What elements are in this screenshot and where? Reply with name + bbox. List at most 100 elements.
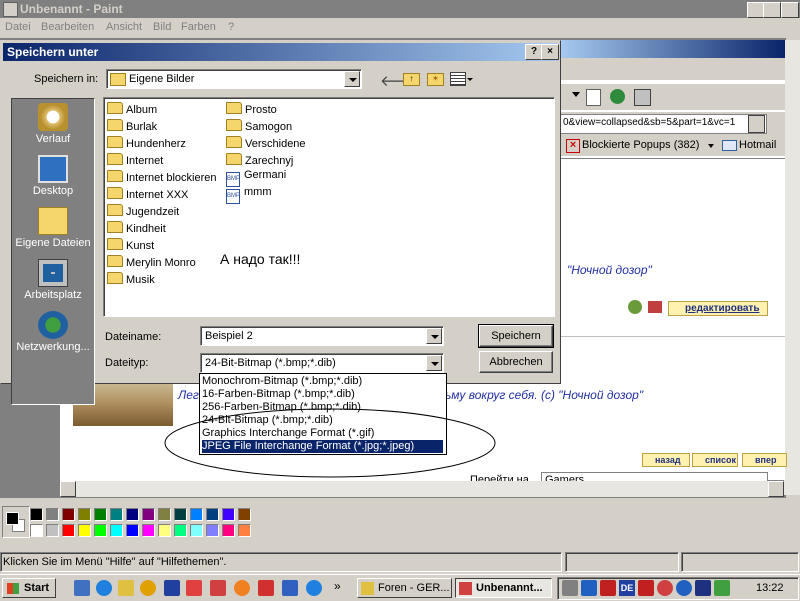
chevron-down-icon[interactable] xyxy=(344,71,360,87)
palette-swatch[interactable] xyxy=(30,524,43,537)
printer-icon[interactable] xyxy=(648,301,662,313)
taskbar-button-foren[interactable]: Foren - GER... xyxy=(357,578,452,598)
language-indicator[interactable]: DE xyxy=(619,580,635,596)
place-arbeitsplatz[interactable]: Arbeitsplatz xyxy=(12,259,94,301)
browser-address-field[interactable]: 0&view=collapsed&sb=5&part=1&vc=1 xyxy=(560,114,767,134)
palette-swatch[interactable] xyxy=(46,524,59,537)
list-item[interactable]: Verschidene xyxy=(226,135,306,151)
place-eigene-dateien[interactable]: Eigene Dateien xyxy=(12,207,94,249)
palette-swatch[interactable] xyxy=(126,508,139,521)
list-item[interactable]: Burlak xyxy=(107,118,157,134)
palette-swatch[interactable] xyxy=(238,508,251,521)
list-item[interactable]: BMP Germani xyxy=(226,169,286,187)
palette-swatch[interactable] xyxy=(94,508,107,521)
menu-ansicht[interactable]: Ansicht xyxy=(106,21,142,33)
filetype-option-monochrome[interactable]: Monochrom-Bitmap (*.bmp;*.dib) xyxy=(202,375,443,388)
list-item[interactable]: Musik xyxy=(107,271,155,287)
palette-swatch[interactable] xyxy=(94,524,107,537)
app-icon-3[interactable] xyxy=(282,580,298,596)
app-icon[interactable] xyxy=(186,580,202,596)
list-item[interactable]: Hundenherz xyxy=(107,135,186,151)
palette-swatch[interactable] xyxy=(62,524,75,537)
close-window-button[interactable]: × xyxy=(781,2,799,18)
show-desktop-icon[interactable] xyxy=(74,580,90,596)
nav-list-button[interactable]: список xyxy=(692,453,738,467)
player-icon[interactable] xyxy=(140,580,156,596)
word-icon[interactable] xyxy=(164,580,180,596)
tray-icon-4[interactable] xyxy=(695,580,711,596)
palette-swatch[interactable] xyxy=(174,508,187,521)
tray-icon-5[interactable] xyxy=(714,580,730,596)
palette-swatch[interactable] xyxy=(62,508,75,521)
palette-swatch[interactable] xyxy=(78,524,91,537)
palette-swatch[interactable] xyxy=(78,508,91,521)
checklist-icon[interactable] xyxy=(634,89,651,106)
page-icon[interactable] xyxy=(586,89,601,106)
list-item[interactable]: BMP mmm xyxy=(226,186,272,204)
save-icon[interactable] xyxy=(258,580,274,596)
view-menu-icon[interactable] xyxy=(450,72,466,86)
palette-swatch[interactable] xyxy=(222,524,235,537)
palette-swatch[interactable] xyxy=(110,524,123,537)
tray-icon[interactable] xyxy=(581,580,597,596)
help-icon[interactable] xyxy=(676,580,692,596)
address-dropdown-arrow[interactable] xyxy=(748,115,765,133)
palette-swatch[interactable] xyxy=(126,524,139,537)
place-netzwerk[interactable]: Netzwerkung... xyxy=(12,311,94,353)
tray-icon-3[interactable] xyxy=(657,580,673,596)
filetype-option-16[interactable]: 16-Farben-Bitmap (*.bmp;*.dib) xyxy=(202,388,443,401)
nav-back-button[interactable]: назад xyxy=(642,453,690,467)
paint-vertical-scrollbar[interactable] xyxy=(784,40,800,495)
save-in-dropdown[interactable]: Eigene Bilder xyxy=(106,69,362,89)
paint-horizontal-scrollbar[interactable] xyxy=(60,481,784,497)
chevron-right-icon[interactable]: » xyxy=(334,579,341,593)
list-item[interactable]: Album xyxy=(107,101,157,117)
list-item[interactable]: Internet blockieren xyxy=(107,169,217,185)
chevron-down-icon[interactable] xyxy=(708,144,714,148)
arrow-icon[interactable] xyxy=(572,92,580,97)
palette-swatch[interactable] xyxy=(158,508,171,521)
list-item[interactable]: Internet XXX xyxy=(107,186,188,202)
chevron-down-icon[interactable] xyxy=(426,328,442,344)
app-icon-2[interactable] xyxy=(234,580,250,596)
new-folder-icon[interactable]: ✶ xyxy=(427,73,444,86)
palette-swatch[interactable] xyxy=(174,524,187,537)
palette-swatch[interactable] xyxy=(46,508,59,521)
list-item[interactable]: Merylin Monro xyxy=(107,254,196,270)
palette-swatch[interactable] xyxy=(158,524,171,537)
taskbar-button-paint[interactable]: Unbenannt... xyxy=(455,578,552,598)
ati-icon[interactable] xyxy=(600,580,616,596)
palette-swatch[interactable] xyxy=(222,508,235,521)
list-item[interactable]: Prosto xyxy=(226,101,277,117)
popup-blocker-icon[interactable]: × xyxy=(566,139,580,153)
menu-bearbeiten[interactable]: Bearbeiten xyxy=(41,21,94,33)
scroll-right-button[interactable] xyxy=(768,481,784,497)
list-item[interactable]: Zarechnyj xyxy=(226,152,293,168)
scroll-left-button[interactable] xyxy=(60,481,76,497)
list-item[interactable]: Jugendzeit xyxy=(107,203,179,219)
menu-bild[interactable]: Bild xyxy=(153,21,171,33)
menu-farben[interactable]: Farben xyxy=(181,21,216,33)
list-item[interactable]: Kunst xyxy=(107,237,154,253)
edit-button[interactable]: редактировать xyxy=(668,301,768,316)
list-item[interactable]: Internet xyxy=(107,152,163,168)
palette-swatch[interactable] xyxy=(110,508,123,521)
paint-icon[interactable] xyxy=(210,580,226,596)
menu-datei[interactable]: Datei xyxy=(5,21,31,33)
ie-icon[interactable] xyxy=(96,580,112,596)
cancel-button[interactable]: Abbrechen xyxy=(479,351,553,373)
palette-swatch[interactable] xyxy=(206,524,219,537)
up-folder-icon[interactable]: ↑ xyxy=(403,73,420,86)
palette-swatch[interactable] xyxy=(142,524,155,537)
list-item[interactable]: Samogon xyxy=(226,118,292,134)
palette-swatch[interactable] xyxy=(206,508,219,521)
start-button[interactable]: Start xyxy=(2,578,56,598)
blocked-popups-label[interactable]: Blockierte Popups (382) xyxy=(582,139,699,151)
filetype-dropdown[interactable]: 24-Bit-Bitmap (*.bmp;*.dib) xyxy=(200,353,444,373)
palette-swatch[interactable] xyxy=(190,508,203,521)
palette-swatch[interactable] xyxy=(190,524,203,537)
outlook-icon[interactable] xyxy=(118,580,134,596)
palette-swatch[interactable] xyxy=(30,508,43,521)
place-verlauf[interactable]: Verlauf xyxy=(12,103,94,145)
explorer-icon[interactable] xyxy=(306,580,322,596)
